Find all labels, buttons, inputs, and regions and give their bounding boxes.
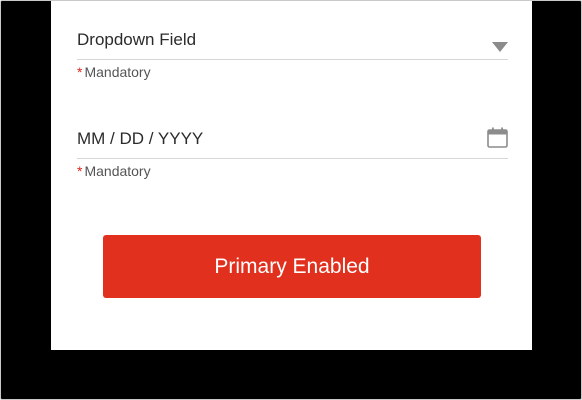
required-asterisk: * — [77, 64, 83, 80]
required-asterisk: * — [77, 163, 83, 179]
form-card: Dropdown Field * Mandatory MM / DD / YYYY… — [51, 1, 532, 350]
dropdown-value: Dropdown Field — [77, 30, 197, 49]
dropdown-mandatory-hint: * Mandatory — [77, 64, 151, 80]
calendar-icon[interactable] — [487, 127, 508, 148]
chevron-down-icon[interactable] — [492, 42, 508, 52]
date-placeholder: MM / DD / YYYY — [77, 129, 204, 148]
mandatory-label: Mandatory — [84, 163, 151, 179]
mandatory-label: Mandatory — [84, 64, 151, 80]
date-field[interactable]: MM / DD / YYYY — [77, 122, 508, 159]
screenshot-frame: Dropdown Field * Mandatory MM / DD / YYYY… — [0, 0, 582, 400]
dropdown-field[interactable]: Dropdown Field — [77, 23, 508, 60]
date-mandatory-hint: * Mandatory — [77, 163, 151, 179]
primary-button[interactable]: Primary Enabled — [103, 235, 481, 298]
